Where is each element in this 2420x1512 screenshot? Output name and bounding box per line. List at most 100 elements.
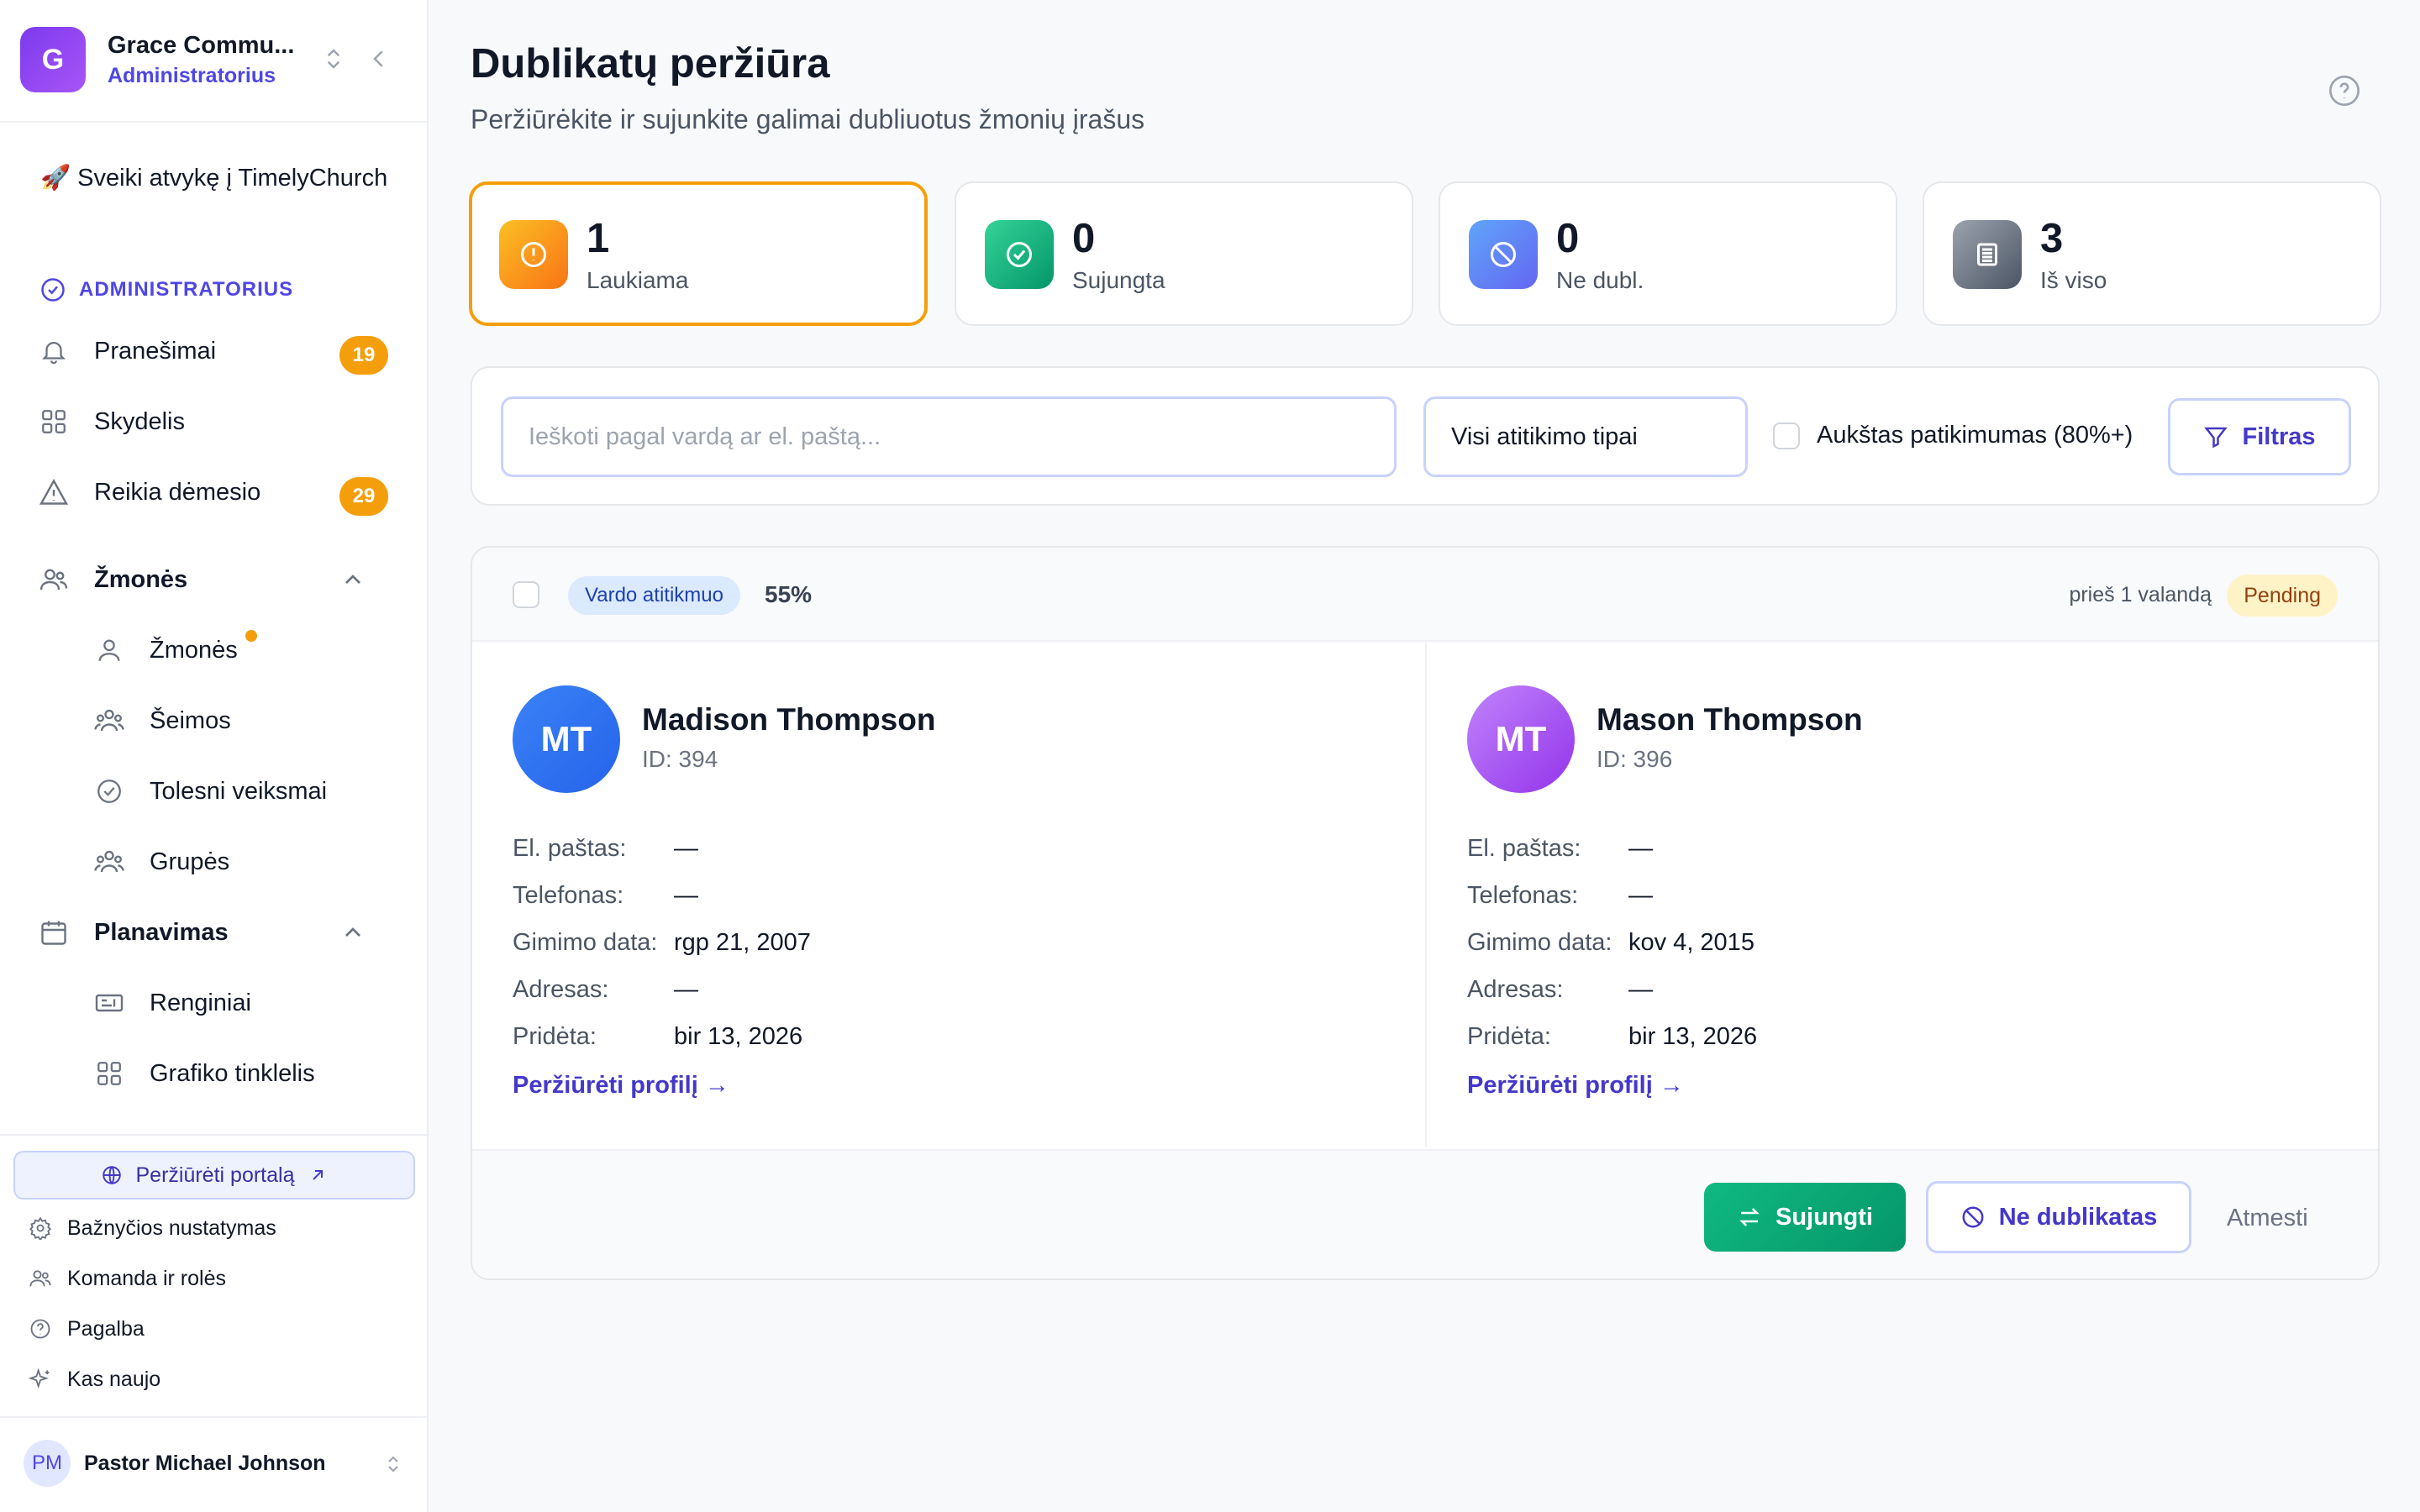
warning-icon [37, 475, 71, 509]
ban-icon [1962, 1206, 1984, 1228]
page-title: Dublikatų peržiūra [471, 41, 830, 87]
help-link[interactable]: Pagalba [29, 1310, 145, 1347]
match-score: 55% [765, 581, 813, 607]
email-row: El. paštas: — [1467, 835, 1653, 869]
stat-label: Ne dubl. [1556, 267, 1644, 293]
help-label: Pagalba [67, 1316, 145, 1341]
person-name: Mason Thompson [1597, 702, 1863, 737]
duplicate-card-actions: Sujungti Ne dublikatas Atmesti [472, 1149, 2378, 1278]
view-portal-button[interactable]: Peržiūrėti portalą [13, 1151, 415, 1200]
field-label: Pridėta: [1467, 1023, 1551, 1050]
org-logo[interactable]: G [20, 27, 86, 92]
match-type-value: Visi atitikimo tipai [1451, 423, 1638, 450]
sidebar-item-people[interactable]: Žmonės [92, 625, 397, 675]
stat-card-pending[interactable]: 1 Laukiama [469, 181, 928, 326]
search-input[interactable] [501, 396, 1397, 477]
notifications-count-badge: 19 [339, 336, 388, 375]
user-menu[interactable]: PM Pastor Michael Johnson [0, 1416, 427, 1512]
phone-row: Telefonas: — [513, 882, 698, 916]
email-row: El. paštas: — [513, 835, 698, 869]
alert-icon [499, 220, 568, 289]
field-label: Adresas: [513, 976, 609, 1003]
added-row: Pridėta: bir 13, 2026 [513, 1023, 802, 1057]
sidebar-item-events[interactable]: Renginiai [92, 978, 397, 1028]
field-label: Telefonas: [1467, 882, 1579, 909]
check-icon [985, 220, 1054, 289]
sidebar-item-needs-attention[interactable]: Reikia dėmesio 29 [37, 467, 397, 517]
chevron-left-icon[interactable] [366, 44, 392, 74]
high-confidence-checkbox[interactable] [1773, 422, 1800, 449]
sidebar-item-label: Grupės [150, 848, 230, 875]
dismiss-button[interactable]: Atmesti [2227, 1194, 2308, 1242]
grid-icon [37, 405, 71, 438]
new-indicator-dot [245, 630, 257, 642]
field-label: El. paštas: [1467, 835, 1581, 862]
sidebar-item-label: Žmonės [150, 636, 238, 664]
added-row: Pridėta: bir 13, 2026 [1467, 1023, 1757, 1057]
sidebar-item-schedule-grid[interactable]: Grafiko tinklelis [92, 1048, 397, 1099]
church-settings-label: Bažnyčios nustatymas [67, 1215, 276, 1240]
time-ago: prieš 1 valandą [2069, 583, 2212, 606]
page-subtitle: Peržiūrėkite ir sujunkite galimai dubliu… [471, 104, 1145, 134]
sidebar-item-label: Skydelis [94, 407, 185, 435]
sidebar-item-dashboard[interactable]: Skydelis [37, 396, 397, 447]
sidebar-item-families[interactable]: Šeimos [92, 696, 397, 746]
person-right: MT Mason Thompson ID: 396 El. paštas: — T… [1425, 642, 2378, 1146]
church-settings-link[interactable]: Bažnyčios nustatymas [29, 1210, 276, 1247]
status-badge: Pending [2227, 575, 2338, 617]
not-duplicate-button[interactable]: Ne dublikatas [1926, 1181, 2191, 1253]
stat-card-total[interactable]: 3 Iš viso [1923, 181, 2381, 326]
field-value: rgp 21, 2007 [674, 929, 811, 956]
birth-row: Gimimo data: kov 4, 2015 [1467, 929, 1754, 963]
user-name: Pastor Michael Johnson [84, 1452, 326, 1475]
help-icon[interactable] [2328, 74, 2361, 108]
whats-new-link[interactable]: Kas naujo [29, 1361, 160, 1398]
chevron-up-down-icon[interactable] [383, 1452, 403, 1477]
chevron-up-icon[interactable] [339, 919, 366, 946]
field-value: — [1628, 882, 1653, 909]
field-label: Telefonas: [513, 882, 624, 909]
view-profile-link[interactable]: Peržiūrėti profilį → [1467, 1072, 1684, 1100]
field-value: bir 13, 2026 [674, 1023, 803, 1050]
attention-count-badge: 29 [339, 477, 388, 516]
high-confidence-toggle[interactable]: Aukštas patikimumas (80%+) [1773, 422, 2133, 449]
org-name[interactable]: Grace Commu... [108, 32, 294, 60]
gear-icon [29, 1216, 51, 1240]
sidebar: G Grace Commu... Administratorius 🚀 Svei… [0, 0, 429, 1512]
stat-label: Sujungta [1072, 267, 1165, 293]
filter-button[interactable]: Filtras [2168, 398, 2351, 475]
family-icon [92, 704, 126, 738]
stat-value: 1 [587, 216, 610, 261]
field-label: Adresas: [1467, 976, 1564, 1003]
welcome-message[interactable]: 🚀 Sveiki atvykę į TimelyChurch [40, 161, 393, 195]
stat-card-merged[interactable]: 0 Sujungta [955, 181, 1413, 326]
high-confidence-label: Aukštas patikimumas (80%+) [1817, 422, 2133, 449]
duplicate-select-checkbox[interactable] [513, 581, 539, 608]
sidebar-group-planning[interactable]: Planavimas [37, 907, 397, 958]
birth-row: Gimimo data: rgp 21, 2007 [513, 929, 811, 963]
field-value: bir 13, 2026 [1628, 1023, 1758, 1050]
sidebar-item-notifications[interactable]: Pranešimai 19 [37, 326, 397, 376]
field-value: — [674, 976, 698, 1003]
stat-label: Iš viso [2040, 267, 2107, 293]
whats-new-label: Kas naujo [67, 1367, 161, 1391]
team-roles-link[interactable]: Komanda ir rolės [29, 1260, 226, 1297]
grid-icon [92, 1057, 126, 1090]
sidebar-item-groups[interactable]: Grupės [92, 837, 397, 887]
sidebar-group-people[interactable]: Žmonės [37, 554, 397, 605]
sidebar-item-label: Pranešimai [94, 337, 217, 365]
ban-icon [1469, 220, 1538, 289]
sidebar-item-follow-ups[interactable]: Tolesni veiksmai [92, 766, 397, 816]
match-type-select[interactable]: Visi atitikimo tipai [1423, 396, 1748, 477]
field-value: — [1628, 976, 1653, 1003]
merge-button[interactable]: Sujungti [1704, 1183, 1906, 1252]
avatar: PM [24, 1440, 71, 1487]
admin-section-label: ADMINISTRATORIUS [40, 277, 293, 302]
chevron-up-icon[interactable] [339, 566, 366, 593]
sidebar-item-label: Renginiai [150, 989, 251, 1016]
calendar-icon [37, 916, 71, 949]
chevron-up-down-icon[interactable] [321, 44, 346, 74]
view-profile-link[interactable]: Peržiūrėti profilį → [513, 1072, 729, 1100]
stat-card-not-duplicate[interactable]: 0 Ne dubl. [1439, 181, 1897, 326]
sidebar-item-label: Šeimos [150, 706, 231, 734]
